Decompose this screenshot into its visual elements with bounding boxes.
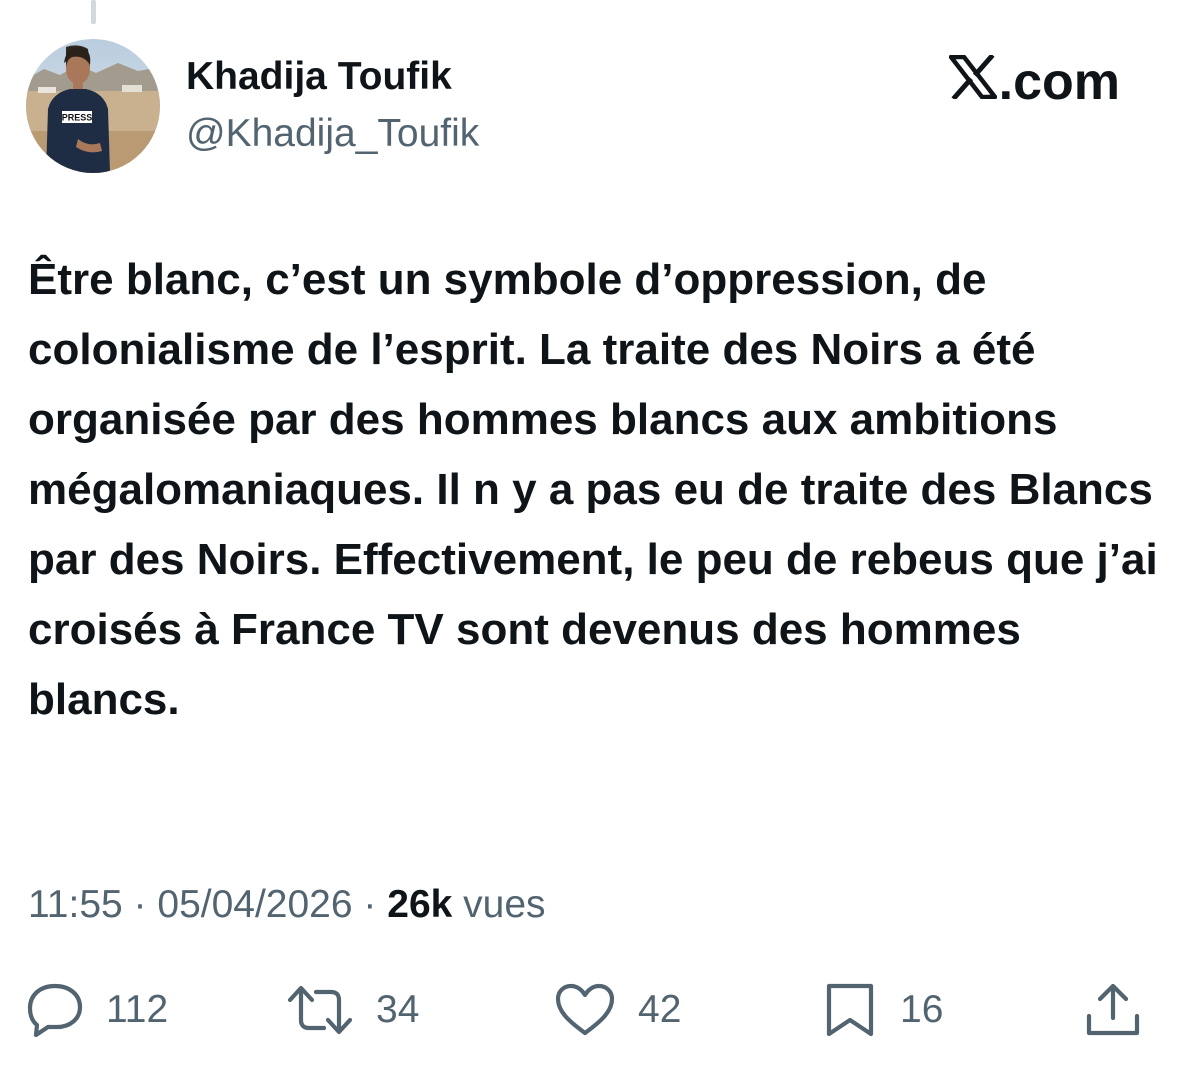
- author-handle[interactable]: @Khadija_Toufik: [186, 112, 479, 156]
- bookmark-button[interactable]: 16: [822, 982, 943, 1038]
- tweet-date[interactable]: 05/04/2026: [157, 883, 352, 926]
- repost-icon: [286, 982, 354, 1038]
- share-button[interactable]: [1084, 982, 1142, 1038]
- views-count[interactable]: 26k: [387, 883, 452, 926]
- like-count: 42: [638, 988, 682, 1031]
- repost-count: 34: [376, 988, 420, 1031]
- avatar-press-label: PRESS: [62, 113, 93, 123]
- views-label: vues: [452, 883, 546, 926]
- heart-icon: [554, 982, 616, 1038]
- tweet-text: Être blanc, c’est un symbole d’oppressio…: [28, 255, 1158, 724]
- repost-button[interactable]: 34: [286, 982, 419, 1038]
- brand-domain-suffix: .com: [998, 53, 1120, 111]
- reply-icon: [26, 982, 84, 1038]
- bookmark-count: 16: [900, 988, 944, 1031]
- thread-connector-line: [91, 0, 96, 24]
- avatar-photo: PRESS: [26, 39, 160, 173]
- bookmark-icon: [822, 981, 878, 1039]
- avatar[interactable]: PRESS: [26, 39, 160, 173]
- tweet-metadata: 11:55 · 05/04/2026 · 26k vues: [28, 883, 546, 927]
- meta-separator: ·: [122, 883, 158, 926]
- share-icon: [1084, 982, 1142, 1038]
- reply-count: 112: [106, 988, 169, 1031]
- like-button[interactable]: 42: [554, 982, 681, 1038]
- meta-separator: ·: [352, 883, 388, 926]
- reply-button[interactable]: 112: [26, 982, 168, 1038]
- tweet-time[interactable]: 11:55: [28, 883, 123, 926]
- x-logo-icon: [948, 52, 997, 112]
- brand-watermark: .com: [948, 52, 1120, 112]
- author-name[interactable]: Khadija Toufik: [186, 55, 452, 99]
